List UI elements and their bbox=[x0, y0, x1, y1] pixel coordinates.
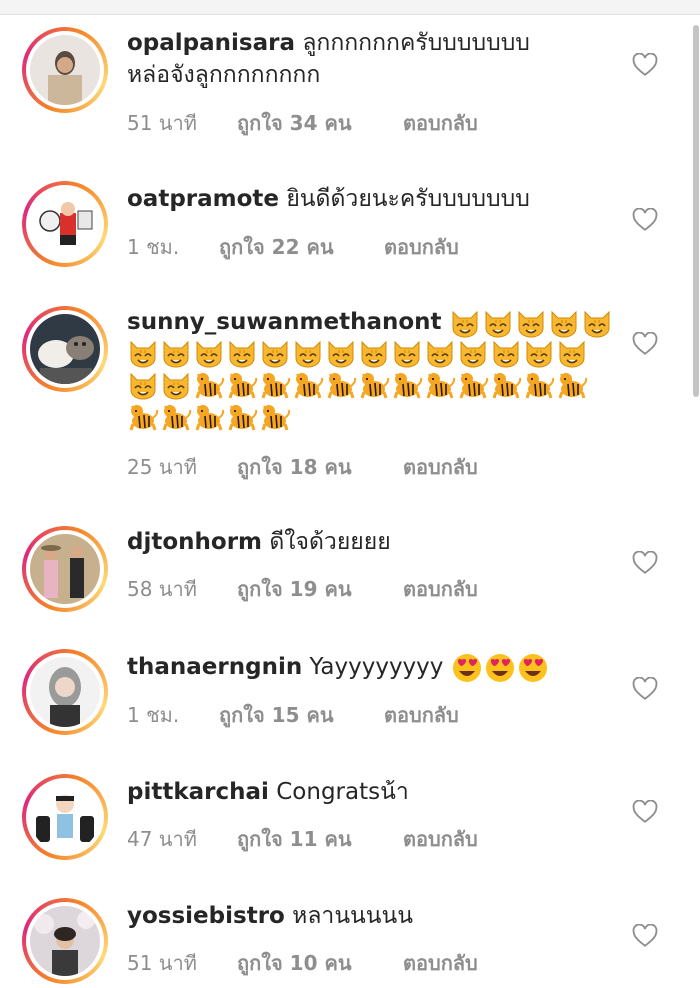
comment-text: Yayyyyyyyy bbox=[309, 654, 444, 680]
avatar[interactable] bbox=[22, 181, 108, 267]
comment-username[interactable]: pittkarchai bbox=[127, 779, 269, 805]
smiling-cat-emoji bbox=[127, 338, 159, 368]
comment-text: หลานนนนน bbox=[292, 903, 413, 929]
heart-outline-icon[interactable] bbox=[632, 53, 658, 77]
tiger-emoji bbox=[424, 370, 456, 400]
reply-button[interactable]: ตอบกลับ bbox=[403, 947, 478, 979]
heart-eyes-emoji bbox=[517, 653, 549, 683]
tiger-emoji bbox=[358, 370, 390, 400]
smiling-cat-emoji bbox=[160, 370, 192, 400]
heart-outline-icon[interactable] bbox=[632, 924, 658, 948]
tiger-emoji bbox=[193, 370, 225, 400]
comment-text: ลูกกกกกกครับบบบบบบ bbox=[302, 30, 530, 56]
smiling-cat-emoji bbox=[358, 338, 390, 368]
tiger-emoji bbox=[391, 370, 423, 400]
reply-button[interactable]: ตอบกลับ bbox=[403, 573, 478, 605]
smiling-cat-emoji bbox=[292, 338, 324, 368]
avatar[interactable] bbox=[22, 649, 108, 735]
tiger-emoji bbox=[457, 370, 489, 400]
avatar[interactable] bbox=[22, 526, 108, 612]
emoji-group bbox=[451, 653, 550, 683]
tiger-emoji bbox=[292, 370, 324, 400]
comment-time: 25 นาที bbox=[127, 455, 197, 479]
comment-text: Congratsน้า bbox=[276, 779, 409, 805]
emoji-group bbox=[127, 370, 627, 402]
tiger-emoji bbox=[127, 402, 159, 432]
heart-outline-icon[interactable] bbox=[632, 332, 658, 356]
comment-time: 1 ชม. bbox=[127, 703, 180, 727]
comment-text: ยินดีด้วยนะครับบบบบบบ bbox=[286, 186, 530, 212]
smiling-cat-emoji bbox=[325, 338, 357, 368]
comment-username[interactable]: opalpanisara bbox=[127, 30, 295, 56]
reply-button[interactable]: ตอบกลับ bbox=[403, 823, 478, 855]
smiling-cat-emoji bbox=[259, 338, 291, 368]
comment-text: ดีใจด้วยยยย bbox=[269, 529, 391, 555]
emoji-group bbox=[127, 402, 627, 434]
heart-outline-icon[interactable] bbox=[632, 677, 658, 701]
comment-likes[interactable]: ถูกใจ 15 คน bbox=[219, 699, 334, 731]
comment-text-line-2: หล่อจังลูกกกกกกกก bbox=[127, 62, 321, 88]
tiger-emoji bbox=[226, 402, 258, 432]
heart-eyes-emoji bbox=[484, 653, 516, 683]
smiling-cat-emoji bbox=[548, 308, 580, 338]
avatar[interactable] bbox=[22, 898, 108, 984]
smiling-cat-emoji bbox=[556, 338, 588, 368]
smiling-cat-emoji bbox=[457, 338, 489, 368]
smiling-cat-emoji bbox=[193, 338, 225, 368]
avatar[interactable] bbox=[22, 306, 108, 392]
tiger-emoji bbox=[556, 370, 588, 400]
smiling-cat-emoji bbox=[581, 308, 613, 338]
tiger-emoji bbox=[523, 370, 555, 400]
comment-username[interactable]: sunny_suwanmethanont bbox=[127, 309, 442, 335]
tiger-emoji bbox=[490, 370, 522, 400]
comment-username[interactable]: oatpramote bbox=[127, 186, 279, 212]
comment-time: 51 นาที bbox=[127, 111, 197, 135]
avatar[interactable] bbox=[22, 27, 108, 113]
tiger-emoji bbox=[193, 402, 225, 432]
top-bar bbox=[0, 0, 700, 15]
comment-likes[interactable]: ถูกใจ 22 คน bbox=[219, 231, 334, 263]
smiling-cat-emoji bbox=[226, 338, 258, 368]
heart-outline-icon[interactable] bbox=[632, 800, 658, 824]
emoji-group bbox=[449, 308, 614, 338]
reply-button[interactable]: ตอบกลับ bbox=[384, 231, 459, 263]
scrollbar[interactable] bbox=[693, 25, 699, 397]
comment-username[interactable]: thanaerngnin bbox=[127, 654, 302, 680]
smiling-cat-emoji bbox=[424, 338, 456, 368]
reply-button[interactable]: ตอบกลับ bbox=[384, 699, 459, 731]
smiling-cat-emoji bbox=[160, 338, 192, 368]
heart-eyes-emoji bbox=[451, 653, 483, 683]
tiger-emoji bbox=[160, 402, 192, 432]
smiling-cat-emoji bbox=[449, 308, 481, 338]
smiling-cat-emoji bbox=[490, 338, 522, 368]
reply-button[interactable]: ตอบกลับ bbox=[403, 451, 478, 483]
comment-time: 47 นาที bbox=[127, 827, 197, 851]
comment-likes[interactable]: ถูกใจ 19 คน bbox=[237, 573, 352, 605]
tiger-emoji bbox=[259, 402, 291, 432]
comment-time: 58 นาที bbox=[127, 577, 197, 601]
tiger-emoji bbox=[325, 370, 357, 400]
avatar[interactable] bbox=[22, 774, 108, 860]
comment-username[interactable]: djtonhorm bbox=[127, 529, 262, 555]
comment-likes[interactable]: ถูกใจ 18 คน bbox=[237, 451, 352, 483]
comment-likes[interactable]: ถูกใจ 34 คน bbox=[237, 107, 352, 139]
comment-time: 1 ชม. bbox=[127, 235, 180, 259]
reply-button[interactable]: ตอบกลับ bbox=[403, 107, 478, 139]
tiger-emoji bbox=[226, 370, 258, 400]
comment-time: 51 นาที bbox=[127, 951, 197, 975]
heart-outline-icon[interactable] bbox=[632, 551, 658, 575]
smiling-cat-emoji bbox=[515, 308, 547, 338]
smiling-cat-emoji bbox=[391, 338, 423, 368]
heart-outline-icon[interactable] bbox=[632, 208, 658, 232]
comment-likes[interactable]: ถูกใจ 10 คน bbox=[237, 947, 352, 979]
smiling-cat-emoji bbox=[523, 338, 555, 368]
emoji-group bbox=[127, 338, 627, 370]
smiling-cat-emoji bbox=[127, 370, 159, 400]
tiger-emoji bbox=[259, 370, 291, 400]
smiling-cat-emoji bbox=[482, 308, 514, 338]
comment-username[interactable]: yossiebistro bbox=[127, 903, 285, 929]
comment-likes[interactable]: ถูกใจ 11 คน bbox=[237, 823, 352, 855]
